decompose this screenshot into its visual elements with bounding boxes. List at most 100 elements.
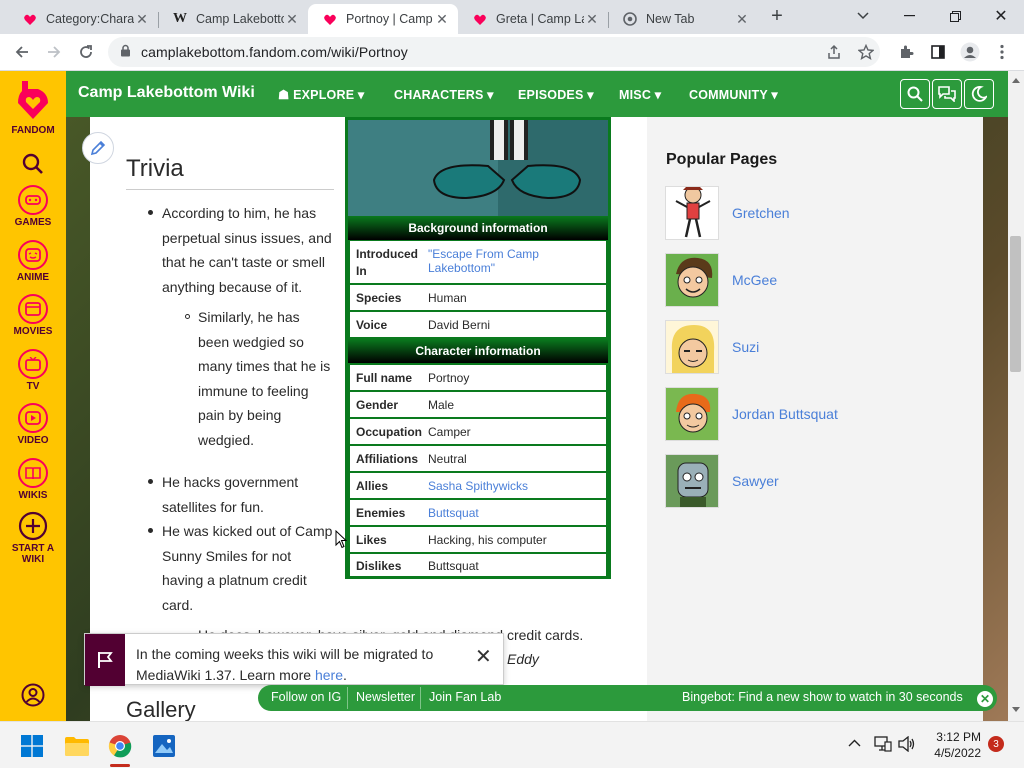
nav-explore[interactable]: ☗ EXPLORE ▾ [278, 87, 364, 102]
popular-page-name: Gretchen [732, 205, 790, 221]
forward-button[interactable] [40, 38, 68, 66]
side-panel-icon[interactable] [924, 38, 952, 66]
network-icon[interactable] [874, 736, 892, 752]
address-bar[interactable]: camplakebottom.fandom.com/wiki/Portnoy [108, 37, 880, 67]
bookmark-star-icon[interactable] [852, 38, 880, 66]
notification-count-badge[interactable]: 3 [988, 736, 1004, 752]
tab-portnoy[interactable]: Portnoy | Camp ✕ [308, 4, 458, 34]
minimize-button[interactable] [886, 0, 932, 32]
episode-link[interactable]: "Escape From Camp Lakebottom" [428, 247, 606, 275]
chrome-taskbar-icon[interactable] [104, 730, 136, 767]
extensions-icon[interactable] [892, 38, 920, 66]
row-label: Affiliations [356, 452, 418, 466]
show-hidden-icons-icon[interactable] [848, 739, 861, 747]
sub-bullet-icon [185, 314, 190, 319]
rail-item-anime[interactable]: ANIME [0, 240, 66, 283]
rail-item-games[interactable]: GAMES [0, 185, 66, 228]
close-notification-icon[interactable]: ✕ [475, 644, 492, 669]
text-line: card. [162, 596, 194, 613]
popular-page-sawyer[interactable]: Sawyer [665, 454, 779, 508]
popular-page-name: McGee [732, 272, 778, 288]
tab-new-tab[interactable]: New Tab ✕ [608, 4, 758, 34]
wikis-icon [18, 458, 48, 488]
share-icon[interactable] [820, 38, 848, 66]
rail-item-movies[interactable]: MOVIES [0, 294, 66, 337]
character-image[interactable] [348, 120, 608, 216]
infobox-row-gender: Gender Male [350, 392, 606, 417]
scroll-down-arrow-icon[interactable] [1012, 707, 1020, 713]
wiki-search-button[interactable] [900, 79, 930, 109]
close-tab-icon[interactable]: ✕ [284, 11, 300, 28]
popular-page-jordan-buttsquat[interactable]: Jordan Buttsquat [665, 387, 838, 441]
close-window-button[interactable]: ✕ [978, 0, 1024, 32]
infobox-row-voice: Voice David Berni [350, 312, 606, 337]
popular-page-suzi[interactable]: Suzi [665, 320, 759, 374]
edit-button[interactable] [82, 132, 114, 164]
text-line: wedgied. [198, 431, 255, 448]
tab-title: Camp Lakebottom [196, 12, 284, 26]
back-button[interactable] [8, 38, 36, 66]
reload-button[interactable] [72, 38, 100, 66]
wiki-name[interactable]: Camp Lakebottom Wiki [78, 84, 255, 102]
flag-icon [85, 634, 125, 686]
theme-toggle-button[interactable] [964, 79, 994, 109]
row-value: Camper [428, 425, 471, 439]
photos-app-icon[interactable] [148, 730, 180, 762]
page-scrollbar[interactable] [1008, 71, 1024, 721]
system-clock[interactable]: 3:12 PM 4/5/2022 [924, 729, 981, 761]
rail-item-tv[interactable]: TV [0, 349, 66, 392]
rail-item-wikis[interactable]: WIKIS [0, 458, 66, 501]
tab-category-characters[interactable]: Category:Chara ✕ [8, 4, 158, 34]
fan-bar-divider [347, 687, 348, 709]
close-tab-icon[interactable]: ✕ [584, 11, 600, 28]
text-line: anything because of it. [162, 278, 303, 295]
nav-label: COMMUNITY [689, 88, 768, 102]
learn-more-link[interactable]: here [315, 667, 343, 683]
enemies-link[interactable]: Buttsquat [428, 506, 479, 520]
scrollbar-thumb[interactable] [1010, 236, 1021, 372]
restore-button[interactable] [932, 0, 978, 32]
popular-page-gretchen[interactable]: Gretchen [665, 186, 790, 240]
tab-search-icon[interactable] [840, 0, 886, 32]
close-tab-icon[interactable]: ✕ [734, 11, 750, 28]
rail-start-a-wiki[interactable]: START A WIKI [0, 511, 66, 565]
newsletter-link[interactable]: Newsletter [356, 690, 415, 704]
trivia-heading: Trivia [126, 155, 334, 190]
bullet-icon [148, 210, 153, 215]
bingebot-link[interactable]: Bingebot: Find a new show to watch in 30… [682, 690, 963, 704]
rail-search[interactable] [0, 153, 66, 175]
search-icon [22, 153, 43, 174]
rail-item-label: GAMES [14, 217, 52, 228]
profile-avatar-icon[interactable] [956, 38, 984, 66]
allies-link[interactable]: Sasha Spithywicks [428, 479, 528, 493]
nav-episodes[interactable]: EPISODES ▾ [518, 87, 594, 102]
close-tab-icon[interactable]: ✕ [434, 11, 450, 28]
join-fan-lab-link[interactable]: Join Fan Lab [429, 690, 501, 704]
suzi-thumbnail [665, 320, 719, 374]
browser-menu-icon[interactable] [988, 38, 1016, 66]
follow-on-ig-link[interactable]: Follow on IG [271, 690, 341, 704]
new-tab-button[interactable]: + [762, 0, 792, 32]
gretchen-thumbnail [665, 186, 719, 240]
file-explorer-icon[interactable] [61, 730, 93, 762]
nav-characters[interactable]: CHARACTERS ▾ [394, 87, 494, 102]
popular-page-mcgee[interactable]: McGee [665, 253, 777, 307]
tab-greta[interactable]: Greta | Camp La ✕ [458, 4, 608, 34]
rail-account[interactable] [0, 683, 66, 707]
nav-misc[interactable]: MISC ▾ [619, 87, 661, 102]
text-line: immune to feeling [198, 382, 309, 399]
scroll-up-arrow-icon[interactable] [1012, 77, 1020, 83]
windows-start-icon[interactable] [16, 730, 48, 762]
fandom-logo[interactable]: FANDOM [0, 79, 66, 136]
close-fan-bar-icon[interactable]: ✕ [975, 689, 995, 709]
close-tab-icon[interactable]: ✕ [134, 11, 150, 28]
text-line: According to him, he has [162, 205, 317, 221]
rail-item-video[interactable]: VIDEO [0, 403, 66, 446]
discussions-button[interactable] [932, 79, 962, 109]
row-label: Enemies [356, 506, 406, 520]
tab-wikipedia[interactable]: W Camp Lakebottom ✕ [158, 4, 308, 34]
nav-community[interactable]: COMMUNITY ▾ [689, 87, 778, 102]
movies-icon [18, 294, 48, 324]
infobox-row-occupation: Occupation Camper [350, 419, 606, 444]
volume-icon[interactable] [898, 736, 916, 752]
